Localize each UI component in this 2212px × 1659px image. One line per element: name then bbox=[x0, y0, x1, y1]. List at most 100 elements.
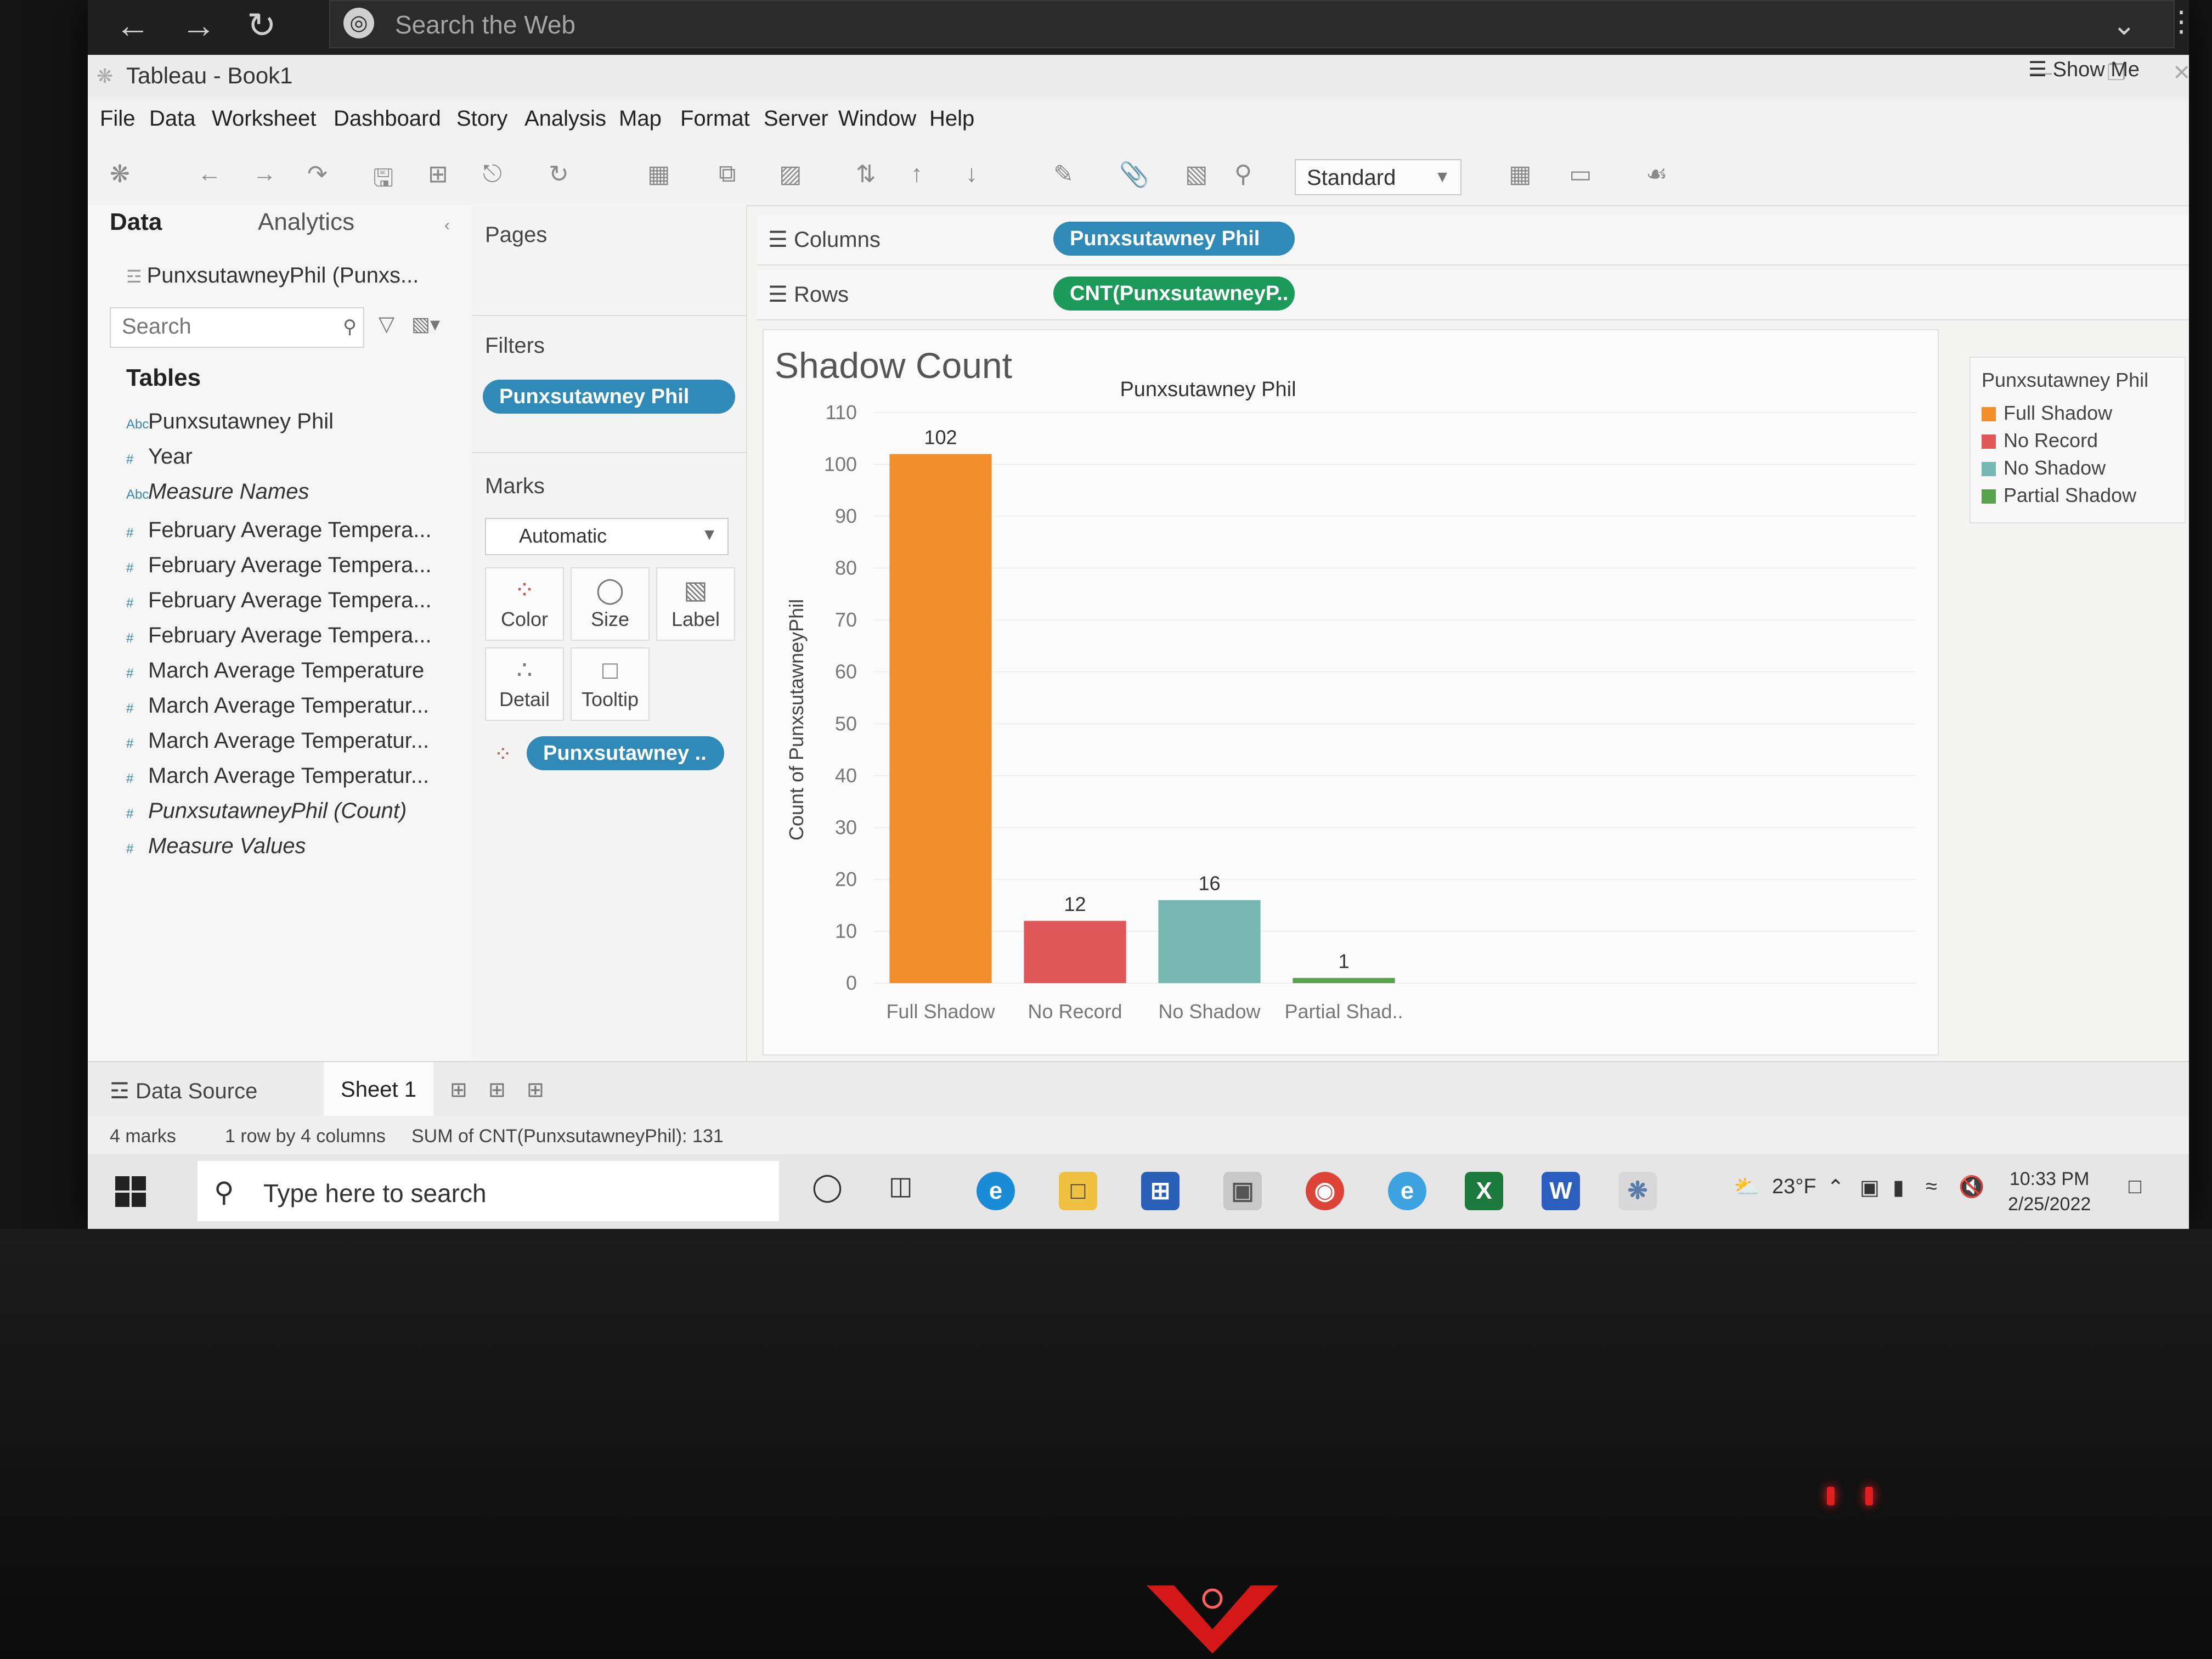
sort-ascending-icon[interactable]: ↑ bbox=[911, 160, 923, 188]
columns-shelf[interactable]: ☰ Columns Punxsutawney Phil bbox=[757, 215, 2189, 266]
menu-window[interactable]: Window bbox=[838, 106, 916, 131]
highlight-icon[interactable]: ✎ bbox=[1053, 160, 1074, 188]
edge-icon[interactable]: e bbox=[977, 1172, 1015, 1210]
new-story-icon[interactable]: ⊞ bbox=[527, 1077, 544, 1102]
task-view-icon[interactable]: ◫ bbox=[889, 1171, 912, 1200]
filter-pill[interactable]: Punxsutawney Phil bbox=[483, 380, 735, 414]
clear-sheet-icon[interactable]: ▨ bbox=[779, 160, 802, 188]
color-pill[interactable]: Punxsutawney .. bbox=[527, 736, 724, 770]
detail-button[interactable]: ∴ Detail bbox=[485, 647, 564, 721]
tab-analytics[interactable]: Analytics bbox=[258, 208, 354, 236]
photos-icon[interactable]: ▣ bbox=[1223, 1172, 1262, 1210]
data-source-tab[interactable]: ☲ Data Source bbox=[110, 1079, 257, 1104]
field-item[interactable]: # February Average Tempera... bbox=[126, 518, 432, 551]
new-datasource-icon[interactable]: ⊞ bbox=[428, 160, 448, 188]
taskbar-search[interactable]: ⚲ Type here to search bbox=[198, 1161, 779, 1221]
new-worksheet-icon[interactable]: ▦ bbox=[647, 160, 670, 188]
internet-explorer-icon[interactable]: e bbox=[1388, 1172, 1426, 1210]
field-item[interactable]: # March Average Temperatur... bbox=[126, 693, 429, 726]
duplicate-icon[interactable]: ⧉ bbox=[719, 160, 736, 188]
field-item[interactable]: # Year bbox=[126, 444, 193, 477]
meet-now-icon[interactable]: ▣ bbox=[1860, 1175, 1880, 1200]
field-item[interactable]: # PunxsutawneyPhil (Count) bbox=[126, 799, 407, 832]
mark-type-select[interactable]: Automatic ▼ bbox=[485, 518, 729, 555]
undo-icon[interactable]: ← bbox=[198, 160, 222, 188]
tooltip-button[interactable]: □ Tooltip bbox=[571, 647, 650, 721]
menu-worksheet[interactable]: Worksheet bbox=[212, 106, 316, 131]
menu-server[interactable]: Server bbox=[764, 106, 828, 131]
wifi-icon[interactable]: ≈ bbox=[1926, 1175, 1937, 1199]
field-item[interactable]: AbcPunxsutawney Phil bbox=[126, 409, 334, 442]
legend-item[interactable]: No Shadow bbox=[1982, 456, 2106, 483]
field-search[interactable]: ⚲ bbox=[110, 307, 364, 348]
label-button[interactable]: ▧ Label bbox=[656, 567, 735, 641]
notifications-icon[interactable]: □ bbox=[2129, 1175, 2141, 1199]
rows-shelf[interactable]: ☰ Rows CNT(PunxsutawneyP.. bbox=[757, 270, 2189, 320]
field-item[interactable]: # February Average Tempera... bbox=[126, 623, 432, 656]
reload-icon[interactable]: ↻ bbox=[247, 8, 276, 43]
new-worksheet-icon[interactable]: ⊞ bbox=[450, 1077, 467, 1102]
pin-icon[interactable]: ⚲ bbox=[1234, 160, 1252, 188]
cortana-icon[interactable]: ◯ bbox=[812, 1171, 843, 1203]
presentation-icon[interactable]: ▭ bbox=[1569, 160, 1592, 188]
chevron-down-icon[interactable]: ⌄ bbox=[2112, 11, 2136, 40]
field-search-input[interactable] bbox=[121, 314, 320, 340]
legend-item[interactable]: Partial Shadow bbox=[1982, 484, 2136, 510]
legend-item[interactable]: No Record bbox=[1982, 429, 2098, 455]
labels-icon[interactable]: ▧ bbox=[1185, 160, 1208, 188]
pause-updates-icon[interactable]: ⎋ bbox=[483, 160, 502, 188]
fit-select[interactable]: Standard ▼ bbox=[1295, 159, 1462, 195]
tab-data[interactable]: Data bbox=[110, 208, 162, 236]
battery-icon[interactable]: ▮ bbox=[1893, 1175, 1904, 1200]
menu-data[interactable]: Data bbox=[149, 106, 196, 131]
chrome-icon[interactable]: ◉ bbox=[1306, 1172, 1344, 1210]
back-icon[interactable]: ← bbox=[115, 8, 150, 43]
weather-temp[interactable]: 23°F bbox=[1772, 1175, 1816, 1199]
show-me-button[interactable]: ☰ Show Me bbox=[2028, 57, 2140, 82]
filter-icon[interactable]: ▽ bbox=[379, 312, 394, 336]
color-button[interactable]: ⁘ Color bbox=[485, 567, 564, 641]
swap-icon[interactable]: ⇅ bbox=[856, 160, 876, 188]
tableau-home-icon[interactable]: ❋ bbox=[110, 160, 130, 188]
legend-item[interactable]: Full Shadow bbox=[1982, 402, 2112, 428]
new-dashboard-icon[interactable]: ⊞ bbox=[488, 1077, 506, 1102]
columns-pill[interactable]: Punxsutawney Phil bbox=[1053, 222, 1295, 256]
menu-analysis[interactable]: Analysis bbox=[524, 106, 606, 131]
field-item[interactable]: # March Average Temperature bbox=[126, 658, 424, 691]
more-icon[interactable]: ⋮ bbox=[2167, 8, 2189, 36]
menu-help[interactable]: Help bbox=[929, 106, 974, 131]
field-item[interactable]: AbcMeasure Names bbox=[126, 479, 309, 512]
share-icon[interactable]: ☙ bbox=[1646, 160, 1667, 188]
datasource-name[interactable]: ☲ PunxsutawneyPhil (Punxs... bbox=[126, 263, 419, 288]
group-icon[interactable]: 📎 bbox=[1119, 160, 1149, 189]
field-item[interactable]: # Measure Values bbox=[126, 834, 306, 867]
file-explorer-icon[interactable]: □ bbox=[1059, 1172, 1097, 1210]
refresh-icon[interactable]: ↻ bbox=[549, 160, 569, 188]
word-icon[interactable]: W bbox=[1542, 1172, 1580, 1210]
store-icon[interactable]: ⊞ bbox=[1141, 1172, 1180, 1210]
menu-dashboard[interactable]: Dashboard bbox=[334, 106, 441, 131]
sheet-tab[interactable]: Sheet 1 bbox=[324, 1062, 433, 1117]
save-icon[interactable]: 🖫 bbox=[373, 160, 394, 201]
forward-icon[interactable]: → bbox=[181, 8, 216, 43]
weather-icon[interactable]: ⛅ bbox=[1734, 1175, 1759, 1199]
view-options-icon[interactable]: ▧▾ bbox=[411, 313, 440, 336]
cards-icon[interactable]: ▦ bbox=[1509, 160, 1532, 188]
redo-icon[interactable]: → bbox=[252, 160, 276, 188]
close-icon[interactable]: ✕ bbox=[2172, 60, 2189, 86]
excel-icon[interactable]: X bbox=[1465, 1172, 1503, 1210]
rows-pill[interactable]: CNT(PunxsutawneyP.. bbox=[1053, 276, 1295, 311]
collapse-pane-icon[interactable]: ‹ bbox=[444, 216, 450, 235]
menu-file[interactable]: File bbox=[100, 106, 135, 131]
chevron-up-icon[interactable]: ⌃ bbox=[1827, 1175, 1844, 1200]
field-item[interactable]: # February Average Tempera... bbox=[126, 553, 432, 586]
menu-map[interactable]: Map bbox=[619, 106, 662, 131]
field-item[interactable]: # March Average Temperatur... bbox=[126, 764, 429, 797]
replay-icon[interactable]: ↷ bbox=[307, 160, 328, 188]
sort-descending-icon[interactable]: ↓ bbox=[966, 160, 978, 188]
tableau-taskbar-icon[interactable]: ❋ bbox=[1618, 1172, 1657, 1210]
clock[interactable]: 10:33 PM 2/25/2022 bbox=[2008, 1166, 2091, 1217]
menu-format[interactable]: Format bbox=[680, 106, 750, 131]
menu-story[interactable]: Story bbox=[456, 106, 507, 131]
volume-muted-icon[interactable]: 🔇 bbox=[1959, 1175, 1984, 1199]
